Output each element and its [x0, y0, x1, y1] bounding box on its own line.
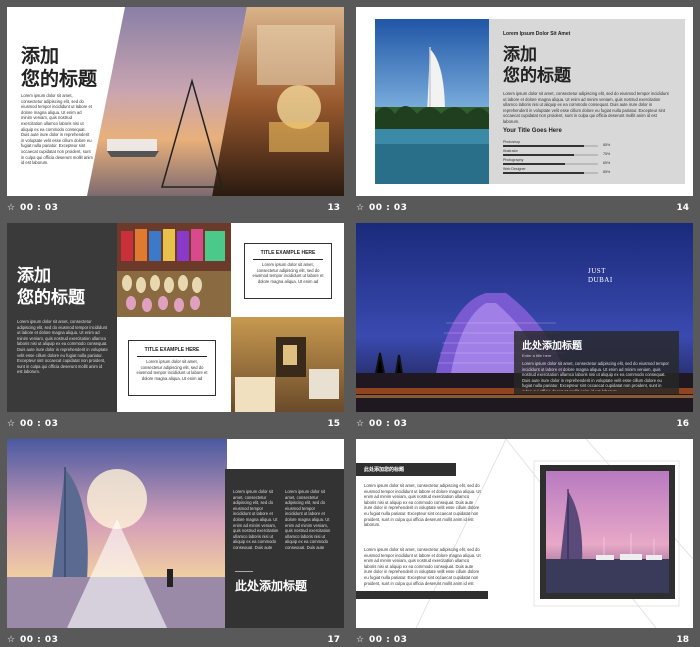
slide-footer: ☆ 00 : 03 16 — [356, 414, 693, 436]
skill-bar-row: Photoshop — [503, 140, 613, 149]
slide-thumbnail-18[interactable]: 此处添加您的标题 Lorem ipsum dolor sit amet, con… — [356, 439, 693, 647]
slide-title-line2: 您的标题 — [21, 68, 98, 90]
skill-bar-row: Photography — [503, 158, 613, 167]
star-icon[interactable]: ☆ — [356, 203, 364, 213]
skill-bar-label: Illustrator — [503, 149, 518, 153]
slide-footer: ☆ 00 : 03 13 — [7, 198, 344, 220]
star-icon[interactable]: ☆ — [7, 419, 15, 429]
slide-title-line2: 您的标题 — [17, 288, 85, 308]
skill-bar-label: Photography — [503, 158, 524, 162]
slide-body-text-1: Lorem ipsum dolor sit amet, consectetur … — [364, 483, 481, 528]
slide-number: 15 — [327, 419, 340, 429]
slide-footer: ☆ 00 : 03 15 — [7, 414, 344, 436]
slide-title-line1: 添加 — [503, 45, 537, 65]
skill-bar-track — [503, 154, 598, 156]
market-scarves-photo — [117, 223, 231, 317]
skill-bar-row: Illustrator — [503, 149, 613, 158]
tag-bar: 此处添加您的标题 — [356, 463, 456, 476]
title-box-2: TITLE EXAMPLE HERE Lorem ipsum dolor sit… — [128, 340, 216, 396]
skill-bar-row: Web Designer — [503, 167, 613, 176]
slide-title-line1: 添加 — [17, 266, 51, 286]
skill-bar-percent: 75% — [603, 152, 611, 156]
skill-bar-percent: 85% — [603, 143, 611, 147]
skill-bar-fill — [503, 163, 565, 165]
slide-thumbnail-15[interactable]: 添加 您的标题 Lorem ipsum dolor sit amet, cons… — [7, 223, 344, 439]
hotel-room-photo — [231, 317, 344, 412]
slide-subtitle: Your Title Goes Here — [503, 128, 562, 134]
slide-canvas: 此处添加您的标题 Lorem ipsum dolor sit amet, con… — [356, 439, 693, 628]
star-icon[interactable]: ☆ — [7, 203, 15, 213]
title-banner: 此处添加标题 Enter a title here Lorem ipsum do… — [514, 331, 679, 394]
banner-subtitle: Enter a title here — [522, 353, 552, 358]
slide-number: 16 — [676, 419, 689, 429]
column-text-1: Lorem ipsum dolor sit amet, consectetur … — [233, 489, 279, 549]
slide-number: 14 — [676, 203, 689, 213]
skill-bars: Photoshop Illustrator Photography Web Desig… — [503, 140, 613, 176]
slide-body-text: Lorem ipsum dolor sit amet, consectetur … — [17, 319, 108, 375]
star-icon[interactable]: ☆ — [7, 635, 15, 645]
skill-bar-fill — [503, 145, 584, 147]
title-box-2-text: Lorem ipsum dolor sit amet, consectetur … — [136, 359, 208, 381]
slide-title-line2: 您的标题 — [503, 66, 571, 86]
burj-sunset-photo — [7, 439, 227, 628]
slide-thumbnail-13[interactable]: 添加 您的标题 Lorem ipsum dolor sit amet, cons… — [7, 7, 344, 223]
star-icon[interactable]: ☆ — [356, 419, 364, 429]
skill-bar-percent: 65% — [603, 161, 611, 165]
skill-bar-track — [503, 145, 598, 147]
slide-footer: ☆ 00 : 03 14 — [356, 198, 693, 220]
slide-thumbnail-16[interactable]: JUST DUBAI 此处添加标题 Enter a title here Lor… — [356, 223, 693, 439]
slide-body-text-2: Lorem ipsum dolor sit amet, consectetur … — [364, 547, 481, 587]
title-box-1-text: Lorem ipsum dolor sit amet, consectetur … — [252, 262, 324, 284]
slide-footer: ☆ 00 : 03 17 — [7, 630, 344, 647]
burj-marina-photo — [546, 471, 669, 593]
slide-duration: 00 : 03 — [369, 203, 408, 213]
slide-thumbnail-17[interactable]: Lorem ipsum dolor sit amet, consectetur … — [7, 439, 344, 647]
tag-label: 此处添加您的标题 — [364, 467, 405, 473]
slide-body-text: Lorem ipsum dolor sit amet, consectetur … — [21, 93, 93, 166]
slide-canvas: 添加 您的标题 Lorem ipsum dolor sit amet, cons… — [7, 7, 344, 196]
slide-canvas: Lorem ipsum dolor sit amet, consectetur … — [7, 439, 344, 628]
slide-duration: 00 : 03 — [369, 419, 408, 429]
dubai-label: DUBAI — [588, 276, 613, 284]
skill-bar-track — [503, 172, 598, 174]
slide-duration: 00 : 03 — [20, 203, 59, 213]
slide-number: 13 — [327, 203, 340, 213]
title-box-1-heading: TITLE EXAMPLE HERE — [260, 250, 316, 256]
slide-duration: 00 : 03 — [20, 419, 59, 429]
skill-bar-percent: 85% — [603, 170, 611, 174]
bottom-bar — [356, 591, 488, 599]
slide-footer: ☆ 00 : 03 18 — [356, 630, 693, 647]
banner-title: 此处添加标题 — [522, 341, 582, 352]
title-box-1: TITLE EXAMPLE HERE Lorem ipsum dolor sit… — [244, 243, 332, 299]
skill-bar-track — [503, 163, 598, 165]
skill-bar-label: Photoshop — [503, 140, 521, 144]
slide-number: 17 — [327, 635, 340, 645]
skill-bar-fill — [503, 172, 584, 174]
slide-body-text: Lorem ipsum dolor sit amet, consectetur … — [503, 91, 669, 124]
slide-title-line1: 添加 — [21, 45, 60, 67]
banner-title: 此处添加标题 — [235, 579, 308, 593]
slide-duration: 00 : 03 — [20, 635, 59, 645]
slide-duration: 00 : 03 — [369, 635, 408, 645]
slide-thumbnail-14[interactable]: Lorem Ipsum Dolor Sit Amet 添加 您的标题 Lorem… — [356, 7, 693, 223]
slide-canvas: Lorem Ipsum Dolor Sit Amet 添加 您的标题 Lorem… — [356, 7, 693, 196]
slide-number: 18 — [676, 635, 689, 645]
skill-bar-label: Web Designer — [503, 167, 526, 171]
banner-text: Lorem ipsum dolor sit amet, consectetur … — [522, 361, 669, 391]
slide-canvas: 添加 您的标题 Lorem ipsum dolor sit amet, cons… — [7, 223, 344, 412]
slide-canvas: JUST DUBAI 此处添加标题 Enter a title here Lor… — [356, 223, 693, 412]
slide-kicker: Lorem Ipsum Dolor Sit Amet — [503, 31, 571, 37]
just-label: JUST — [588, 267, 606, 275]
skill-percentages: 85% 75% 65% 85% — [603, 140, 615, 176]
column-text-2: Lorem ipsum dolor sit amet, consectetur … — [285, 489, 331, 549]
dark-panel — [7, 223, 117, 412]
title-box-2-heading: TITLE EXAMPLE HERE — [144, 347, 200, 353]
star-icon[interactable]: ☆ — [356, 635, 364, 645]
burj-al-arab-photo — [375, 19, 489, 184]
skill-bar-fill — [503, 154, 575, 156]
